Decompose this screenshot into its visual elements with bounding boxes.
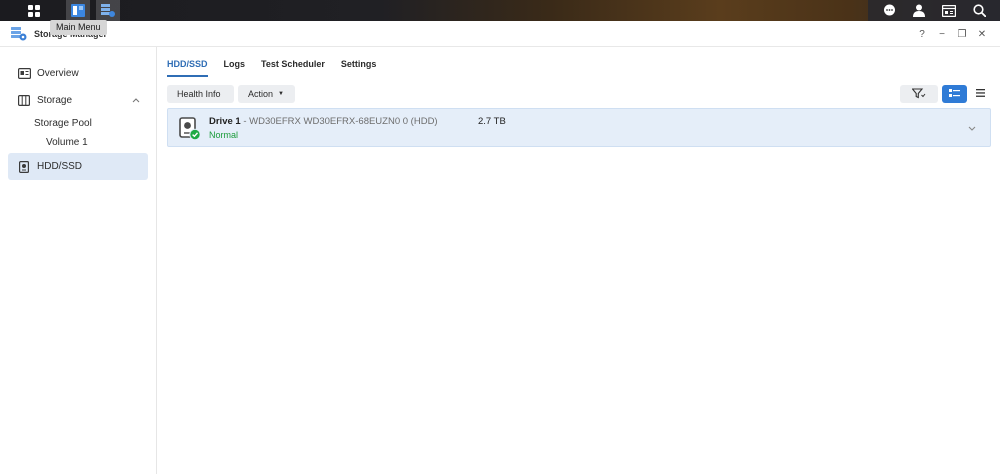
sidebar-item-label: Volume 1 [46,137,88,148]
hdd-status-ok-icon [179,117,201,141]
apps-grid-icon[interactable] [22,0,46,21]
health-info-label: Health Info [177,89,221,99]
storage-manager-icon[interactable] [96,0,120,21]
drive-size: 2.7 TB [478,116,506,127]
drive-row[interactable]: Drive 1 - WD30EFRX WD30EFRX-68EUZN0 0 (H… [167,108,991,147]
hdd-icon [17,160,31,174]
drive-title: Drive 1 - WD30EFRX WD30EFRX-68EUZN0 0 (H… [209,116,438,127]
search-icon[interactable] [967,0,991,21]
list-view-button[interactable] [969,85,991,103]
sidebar-item-volume-1[interactable]: Volume 1 [8,133,148,152]
drive-model: WD30EFRX WD30EFRX-68EUZN0 0 (HDD) [249,116,438,127]
close-button[interactable]: ✕ [972,26,992,42]
widgets-icon[interactable] [937,0,961,21]
tab-bar: HDD/SSD Logs Test Scheduler Settings [167,47,392,79]
sidebar-item-label: HDD/SSD [37,161,83,172]
help-button[interactable]: ? [912,26,932,42]
health-info-button[interactable]: Health Info [167,85,234,103]
detail-view-icon [949,88,960,100]
chevron-down-icon[interactable] [968,123,976,134]
sidebar-item-overview[interactable]: Overview [8,60,148,87]
chat-icon[interactable] [877,0,901,21]
taskbar [0,0,1000,21]
restore-button[interactable]: ❐ [952,26,972,42]
list-view-icon [975,89,985,99]
tab-logs[interactable]: Logs [224,47,246,79]
main-menu-tooltip: Main Menu [50,20,107,35]
chevron-up-icon[interactable] [132,95,140,106]
main-menu-icon[interactable] [66,0,90,21]
main-panel: HDD/SSD Logs Test Scheduler Settings Hea… [157,47,1000,474]
sidebar-item-storage-pool[interactable]: Storage Pool [8,114,148,133]
tab-hdd-ssd[interactable]: HDD/SSD [167,47,208,79]
toolbar: Health Info Action ▼ [167,85,991,103]
action-label: Action [248,89,274,99]
sidebar: Overview Storage Storage Pool Volume 1 H… [0,47,157,474]
sidebar-item-storage[interactable]: Storage [8,87,148,114]
tab-test-scheduler[interactable]: Test Scheduler [261,47,325,79]
sidebar-item-label: Overview [37,68,79,79]
drive-separator: - [240,116,250,127]
window-titlebar[interactable]: Storage Manager ? − ❐ ✕ [0,21,1000,47]
overview-icon [17,67,31,81]
storage-manager-icon [11,27,27,44]
user-icon[interactable] [907,0,931,21]
sidebar-item-hdd-ssd[interactable]: HDD/SSD [8,153,148,180]
filter-button[interactable] [900,85,938,103]
sidebar-item-label: Storage [37,95,73,106]
drive-status: Normal [209,130,239,140]
tab-settings[interactable]: Settings [341,47,377,79]
filter-icon [911,87,926,101]
action-button[interactable]: Action ▼ [238,85,295,103]
drive-name: Drive 1 [209,116,241,127]
caret-down-icon: ▼ [278,91,284,97]
detail-view-button[interactable] [942,85,967,103]
storage-icon [17,94,31,108]
sidebar-item-label: Storage Pool [34,118,92,129]
minimize-button[interactable]: − [932,26,952,42]
